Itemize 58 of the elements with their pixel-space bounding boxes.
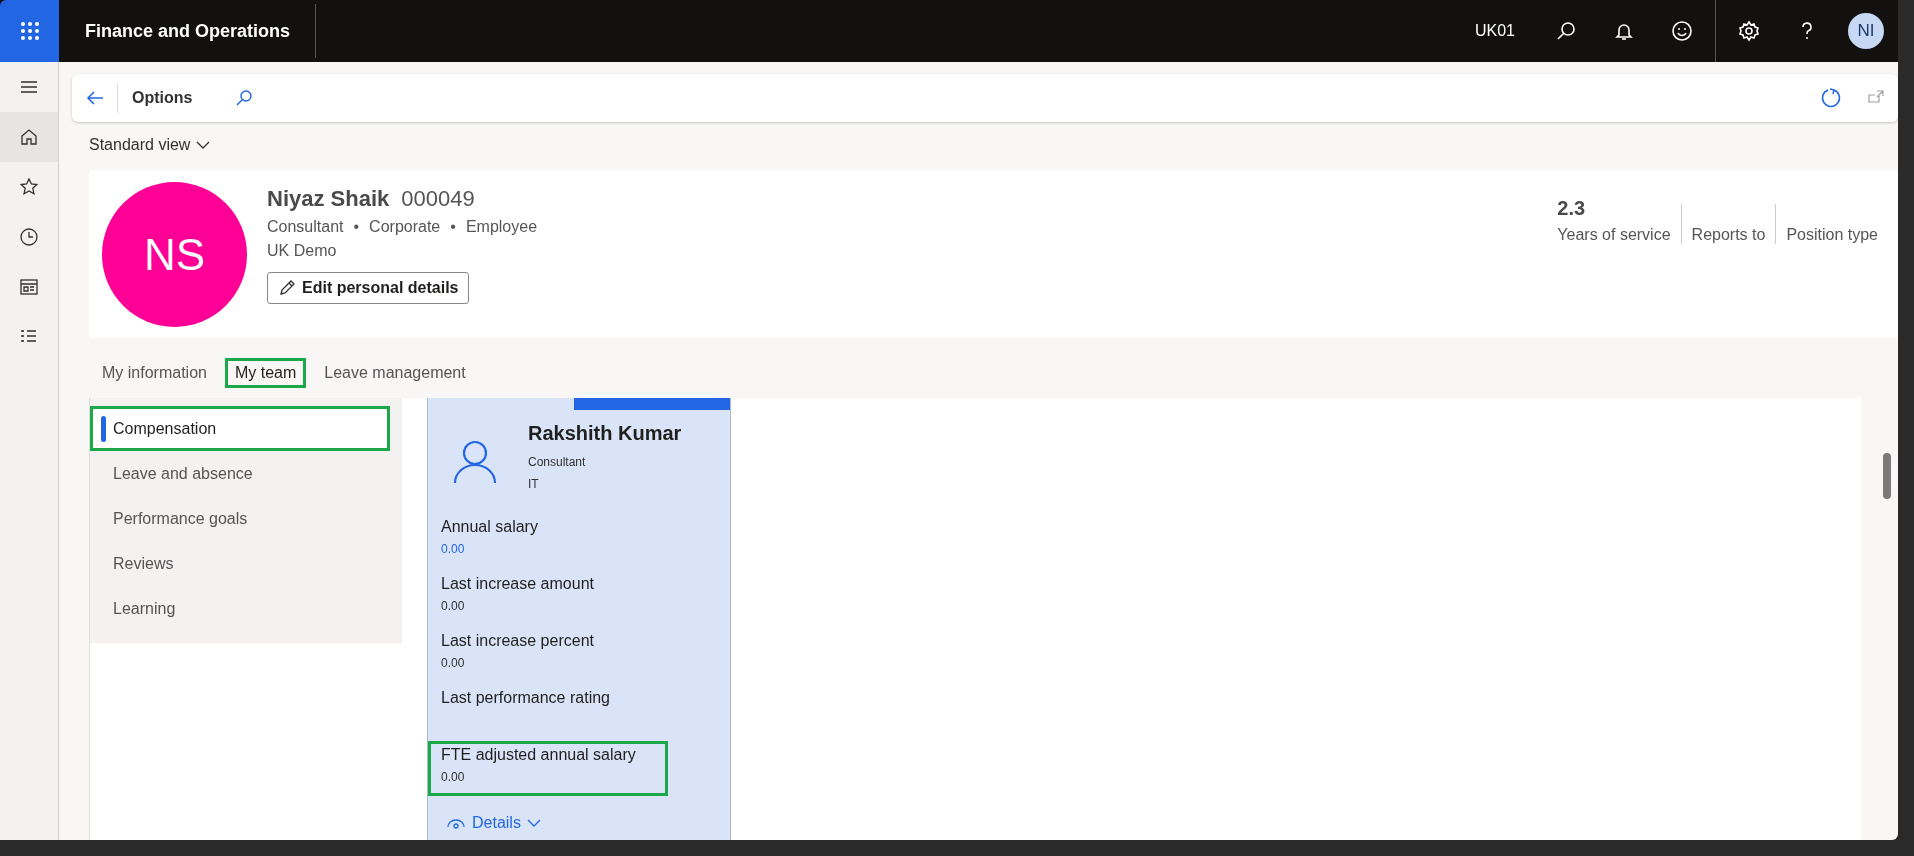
- tab[interactable]: Leave management: [314, 358, 476, 388]
- person-icon: [452, 438, 498, 484]
- workspace-icon: [19, 277, 39, 297]
- tab[interactable]: My information: [92, 358, 217, 388]
- employee-name: Niyaz Shaik: [267, 186, 390, 212]
- waffle-icon: [19, 21, 40, 41]
- team-member-job: Consultant: [528, 455, 587, 469]
- star-icon: [19, 177, 39, 197]
- sidebar-item[interactable]: Reviews: [90, 541, 390, 586]
- field-label: Last increase percent: [441, 632, 595, 650]
- tab[interactable]: My team: [224, 358, 307, 388]
- user-avatar[interactable]: NI: [1848, 13, 1884, 49]
- employee-detail: Consultant: [267, 218, 344, 236]
- app-title: Finance and Operations: [59, 4, 317, 58]
- team-member-name: Rakshith Kumar: [528, 422, 682, 445]
- stat-label: Years of service: [1557, 226, 1671, 244]
- refresh-icon: [1820, 87, 1842, 109]
- field-value: 0.00: [441, 656, 466, 670]
- separator-dot: •: [450, 218, 456, 236]
- field-label: FTE adjusted annual salary: [441, 746, 637, 764]
- view-selector[interactable]: Standard view: [89, 136, 211, 154]
- field-value-link[interactable]: 0.00: [441, 542, 665, 556]
- page-title: Options: [132, 89, 193, 107]
- employee-company: UK Demo: [267, 242, 338, 260]
- field-label: Annual salary: [441, 518, 539, 536]
- stat-label: Reports to: [1691, 226, 1766, 244]
- field-value: 0.00: [441, 599, 466, 613]
- stat-label: Position type: [1786, 226, 1878, 244]
- company-picker[interactable]: UK01: [1474, 6, 1515, 56]
- employee-avatar: NS: [102, 182, 247, 327]
- separator-dot: •: [353, 218, 360, 236]
- clock-icon: [19, 227, 39, 247]
- chevron-down-icon: [526, 818, 541, 828]
- sidebar-item[interactable]: Performance goals: [90, 496, 390, 541]
- search-icon: [234, 88, 255, 108]
- smiley-icon: [1671, 20, 1693, 42]
- chevron-down-icon: [196, 140, 211, 150]
- sidebar-item[interactable]: Compensation: [90, 406, 390, 451]
- sidebar-item[interactable]: Leave and absence: [90, 451, 390, 496]
- details-link[interactable]: Details: [446, 814, 541, 832]
- app-launcher-button[interactable]: [0, 0, 59, 62]
- pencil-icon: [278, 279, 296, 297]
- settings-icon: [1738, 20, 1760, 42]
- employee-detail: Corporate: [369, 218, 441, 236]
- edit-personal-details-button[interactable]: Edit personal details: [267, 272, 470, 304]
- employee-number: 000049: [401, 186, 475, 212]
- field-label: Last performance rating: [441, 689, 611, 707]
- home-button[interactable]: [0, 112, 58, 162]
- stat-value: 2.3: [1557, 197, 1587, 220]
- search-icon: [1555, 20, 1577, 42]
- field-value: 0.00: [441, 770, 466, 784]
- employee-detail: Employee: [465, 218, 538, 236]
- field-label: Last increase amount: [441, 575, 595, 593]
- scrollbar-thumb[interactable]: [1883, 453, 1891, 499]
- home-icon: [19, 127, 39, 147]
- sidebar-item[interactable]: Learning: [90, 586, 390, 631]
- team-member-department: IT: [528, 477, 540, 491]
- eye-icon: [446, 816, 466, 830]
